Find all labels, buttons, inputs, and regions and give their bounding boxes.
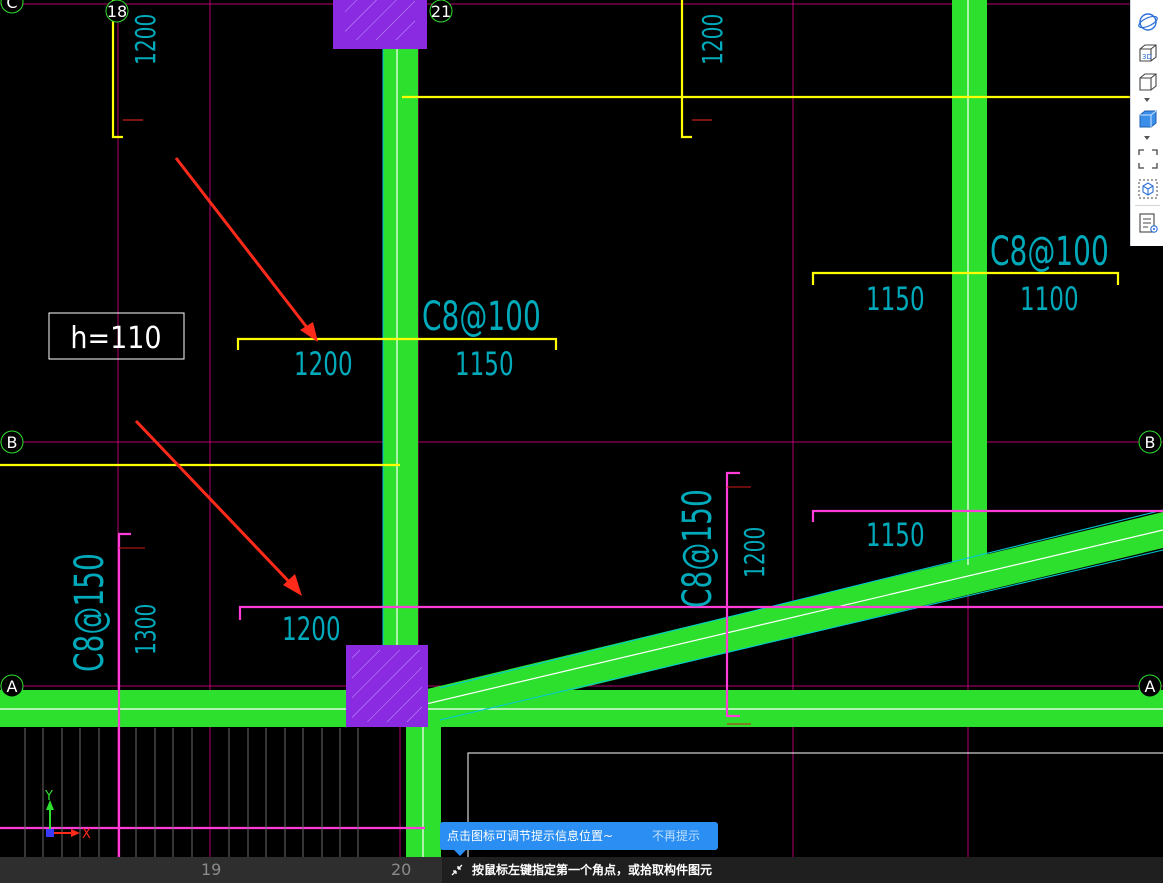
grid-label-19: 19 [201,860,222,879]
rebar-len-right-2: 1100 [1020,280,1079,318]
slab-note-text: h=110 [70,321,161,356]
rebar-len-bottom: 1200 [282,610,341,648]
grid-bubble-21: 21 [429,0,453,23]
view-toolbar: 3D [1130,0,1163,246]
list-settings-button[interactable] [1135,210,1160,235]
rebar-len-lower-1: 1200 [738,527,771,578]
hint-tooltip[interactable]: 点击图标可调节提示信息位置~ 不再提示 [440,822,718,856]
command-prompt: 按鼠标左键指定第一个角点，或拾取构件图元 [442,857,1163,883]
box-view-button[interactable] [1135,69,1160,94]
3d-view-icon: 3D [1138,43,1157,62]
orbit-icon [1137,12,1158,31]
grid-bubble-b-left: B [0,430,24,454]
rebar-spec-lower: C8@150 [675,489,721,608]
svg-text:A: A [7,677,18,696]
grid-bubble-c: C [0,0,24,14]
grid-bubble-18: 18 [105,0,129,23]
ucs-icon: Y X [44,789,91,842]
grid-bubble-a-right: A [1138,674,1162,698]
rebar-yellow[interactable] [0,0,1163,467]
orbit-button[interactable] [1135,9,1160,34]
red-arrow-lower [134,419,302,596]
rebar-spec-left: C8@150 [67,553,113,672]
command-prompt-text: 按鼠标左键指定第一个角点，或拾取构件图元 [472,863,713,877]
rebar-len-lower-right: 1150 [866,516,925,554]
rebar-len-mid-left-1: 1200 [294,345,353,383]
svg-text:B: B [1145,433,1156,452]
rebar-spec-right: C8@100 [990,229,1109,275]
rebar-spec-mid-left: C8@100 [422,294,541,340]
column-bottom[interactable] [346,645,428,727]
fullscreen-icon [1137,148,1158,169]
box-view-icon [1138,72,1157,91]
hint-message: 点击图标可调节提示信息位置~ [447,829,614,843]
svg-text:C: C [6,0,17,12]
rebar-len-mid-left-2: 1150 [455,345,514,383]
grid-bubble-a-left: A [0,674,24,698]
column-top[interactable] [333,0,427,49]
svg-text:18: 18 [107,2,127,21]
component-button[interactable] [1135,176,1160,201]
grid-lines [0,0,1163,883]
list-settings-icon [1138,212,1158,233]
box-filled-icon [1139,110,1156,127]
beam-centerlines [0,0,1163,857]
rebar-len-right-1: 1150 [866,280,925,318]
red-arrow-upper [174,157,318,342]
beams[interactable] [0,0,1163,857]
box-filled-dropdown-icon[interactable] [1144,136,1150,140]
svg-text:A: A [1145,677,1156,696]
svg-text:3D: 3D [1142,53,1152,61]
box-view-dropdown-icon[interactable] [1144,98,1150,102]
rebar-len-left: 1300 [129,604,162,655]
rebar-len-top-mid: 1200 [696,14,729,65]
component-icon [1138,179,1157,198]
toolbar-divider [1135,205,1160,206]
svg-text:X: X [82,827,91,842]
svg-text:Y: Y [44,789,53,804]
svg-text:B: B [7,433,18,452]
grid-label-20: 20 [391,860,412,879]
cursor-select-icon [451,864,463,876]
fullscreen-button[interactable] [1135,146,1160,171]
box-filled-button[interactable] [1135,106,1160,131]
3d-view-button[interactable]: 3D [1135,40,1160,65]
stair-lines [24,728,359,857]
cad-drawing-canvas[interactable]: h=110 1200 1200 C8@100 1200 1150 C8@100 … [0,0,1163,883]
dismiss-hint-button[interactable]: 不再提示 [652,822,700,850]
grid-bubble-b-right: B [1138,430,1162,454]
rebar-len-top-left: 1200 [129,14,162,65]
tooltip-arrow [454,850,466,856]
svg-text:21: 21 [431,2,451,21]
